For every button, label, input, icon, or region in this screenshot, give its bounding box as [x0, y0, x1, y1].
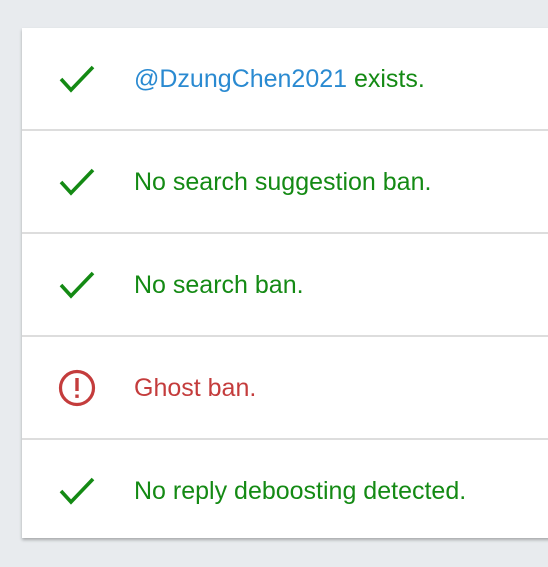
result-text: No reply deboosting detected. [134, 476, 467, 505]
result-row-search-suggestion-ban: No search suggestion ban. [22, 131, 548, 234]
alert-circle-icon [56, 367, 98, 409]
result-text: @DzungChen2021 exists. [134, 64, 425, 94]
user-handle-link[interactable]: @DzungChen2021 [134, 65, 347, 93]
checkmark-icon [56, 161, 98, 203]
result-text: No search ban. [134, 270, 304, 299]
checkmark-icon [56, 58, 98, 100]
result-text-suffix: exists. [347, 64, 425, 93]
result-row-search-ban: No search ban. [22, 234, 548, 337]
result-row-ghost-ban: Ghost ban. [22, 337, 548, 440]
result-row-exists: @DzungChen2021 exists. [22, 28, 548, 131]
result-text: No search suggestion ban. [134, 167, 432, 196]
result-row-reply-deboosting: No reply deboosting detected. [22, 440, 548, 541]
checkmark-icon [56, 264, 98, 306]
result-text: Ghost ban. [134, 373, 257, 402]
results-card: @DzungChen2021 exists. No search suggest… [22, 28, 548, 538]
checkmark-icon [56, 470, 98, 512]
